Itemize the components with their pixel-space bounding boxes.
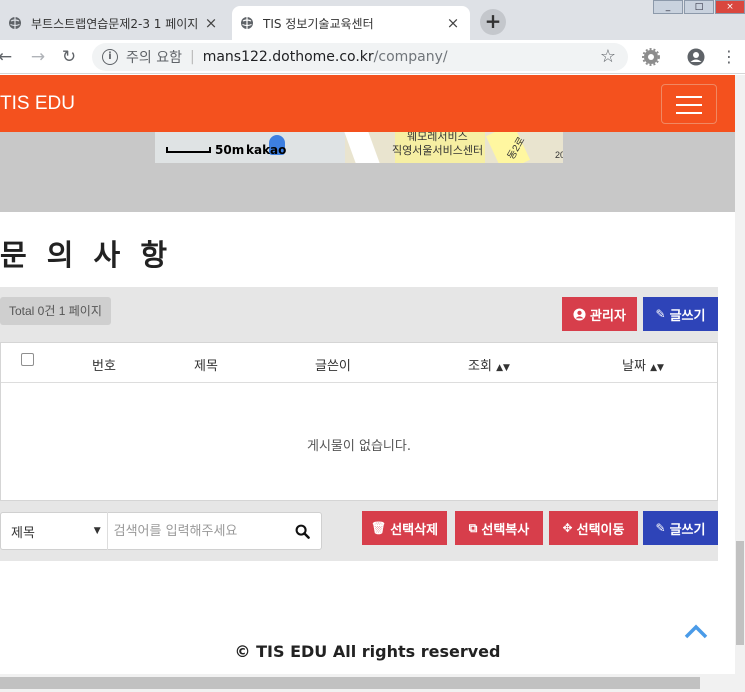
back-to-top-chevron-icon[interactable] [683, 621, 709, 641]
map-section: 50m kakao 웨모레서비스 직영서울서비스센터 동2로 20 [0, 132, 735, 212]
write-button[interactable]: ✎ 글쓰기 [643, 297, 718, 331]
chevron-down-icon: ▼ [93, 526, 101, 536]
delete-selected-button[interactable]: 🗑 선택삭제 [362, 511, 447, 545]
trash-icon: 🗑 [370, 521, 387, 535]
maximize-icon[interactable]: □ [684, 0, 714, 14]
window-close-icon[interactable]: × [715, 0, 745, 14]
horizontal-scrollbar-thumb[interactable] [0, 677, 700, 689]
tab-title: 부트스트랩연습문제2-3 1 페이지 [31, 16, 199, 31]
browser-menu-icon[interactable]: ⋮ [718, 46, 740, 68]
url-host: mans122.dothome.co.kr [202, 49, 374, 65]
close-tab-icon[interactable]: × [200, 14, 222, 32]
bookmark-star-icon[interactable]: ☆ [600, 46, 616, 67]
empty-list-message: 게시물이 없습니다. [307, 439, 411, 454]
vertical-scrollbar-thumb[interactable] [736, 541, 744, 645]
address-bar[interactable]: i 주의 요함 | mans122.dothome.co.kr/company/… [92, 43, 628, 71]
reload-icon[interactable]: ↻ [58, 46, 80, 68]
minimize-icon[interactable]: _ [653, 0, 683, 14]
site-navbar: TIS EDU [0, 75, 735, 132]
browser-tab-strip: 부트스트랩연습문제2-3 1 페이지 × TIS 정보기술교육센터 × + _ … [0, 0, 745, 40]
admin-button-label: 관리자 [590, 308, 626, 324]
globe-icon [9, 17, 21, 29]
security-status: 주의 요함 [126, 50, 182, 66]
column-header-subject: 제목 [194, 359, 218, 374]
browser-tab-inactive[interactable]: 부트스트랩연습문제2-3 1 페이지 × [0, 6, 228, 40]
user-circle-icon [573, 307, 586, 321]
map-scale-label: 50m [215, 143, 245, 157]
horizontal-scrollbar[interactable] [0, 674, 745, 692]
write-button-label: 글쓰기 [669, 308, 706, 324]
delete-selected-label: 선택삭제 [390, 522, 439, 538]
move-selected-label: 선택이동 [576, 522, 625, 538]
page-title: 문 의 사 항 [0, 238, 173, 272]
new-tab-button[interactable]: + [480, 9, 506, 35]
search-input[interactable] [107, 513, 284, 549]
board-footer-bar: 제목 ▼ 🗑 선택삭제 ⧉ 선택복사 ✥ 선택이동 ✎ 글쓰기 [0, 501, 718, 561]
map-label: 20 [555, 150, 563, 160]
column-header-author: 글쓴이 [315, 359, 351, 374]
arrows-move-icon: ✥ [562, 521, 573, 535]
copy-icon: ⧉ [468, 520, 478, 535]
column-header-date[interactable]: 날짜 ▲▼ [622, 355, 664, 374]
tab-title: TIS 정보기술교육센터 [263, 16, 374, 31]
search-icon [295, 524, 310, 539]
select-all-checkbox[interactable] [21, 353, 34, 366]
write-button-bottom[interactable]: ✎ 글쓰기 [643, 511, 718, 545]
search-button[interactable] [284, 512, 321, 550]
move-selected-button[interactable]: ✥ 선택이동 [549, 511, 638, 545]
column-header-number: 번호 [92, 359, 116, 374]
copy-selected-label: 선택복사 [481, 522, 530, 538]
table-header: 번호 제목 글쓴이 조회 ▲▼ 날짜 ▲▼ [1, 343, 717, 383]
info-icon[interactable]: i [102, 49, 118, 65]
admin-button[interactable]: 관리자 [562, 297, 637, 331]
vertical-scrollbar[interactable] [735, 75, 745, 675]
forward-arrow-icon[interactable]: → [27, 46, 49, 68]
board-table: 번호 제목 글쓴이 조회 ▲▼ 날짜 ▲▼ 게시물이 없습니다. [0, 342, 718, 501]
extension-gear-icon[interactable] [642, 48, 660, 66]
pencil-icon: ✎ [655, 521, 666, 535]
browser-tab-active[interactable]: TIS 정보기술교육센터 × [232, 6, 470, 40]
map-provider-logo: kakao [246, 143, 287, 157]
kakao-map[interactable]: 50m kakao 웨모레서비스 직영서울서비스센터 동2로 20 [155, 132, 563, 163]
sort-icon: ▲▼ [496, 363, 510, 373]
search-field-select[interactable]: 제목 ▼ [1, 512, 108, 550]
window-controls: _ □ × [652, 0, 745, 14]
search-field-value: 제목 [11, 525, 35, 541]
browser-toolbar: ← → ↻ i 주의 요함 | mans122.dothome.co.kr/co… [0, 40, 745, 74]
back-arrow-icon[interactable]: ← [0, 46, 16, 68]
map-scale-bar [166, 147, 211, 153]
copy-selected-button[interactable]: ⧉ 선택복사 [455, 511, 543, 545]
column-header-date-label: 날짜 [622, 359, 646, 374]
globe-icon [241, 17, 253, 29]
column-header-views-label: 조회 [468, 359, 492, 374]
close-tab-icon[interactable]: × [442, 14, 464, 32]
map-place-label: 직영서울서비스센터 [392, 145, 484, 157]
sort-icon: ▲▼ [650, 363, 664, 373]
url-path: /company/ [373, 49, 448, 65]
address-separator: | [189, 49, 195, 65]
navbar-toggle-button[interactable] [661, 84, 717, 124]
site-footer-copyright: © TIS EDU All rights reserved [234, 642, 501, 661]
brand-logo-text[interactable]: TIS EDU [0, 93, 75, 115]
column-header-views[interactable]: 조회 ▲▼ [468, 355, 510, 374]
profile-avatar-icon[interactable] [687, 48, 705, 66]
write-button-bottom-label: 글쓰기 [669, 522, 706, 538]
total-count-badge: Total 0건 1 페이지 [0, 297, 111, 325]
board-header-bar: Total 0건 1 페이지 관리자 ✎ 글쓰기 [0, 287, 718, 342]
search-form: 제목 ▼ [0, 512, 322, 550]
pencil-icon: ✎ [655, 307, 666, 321]
